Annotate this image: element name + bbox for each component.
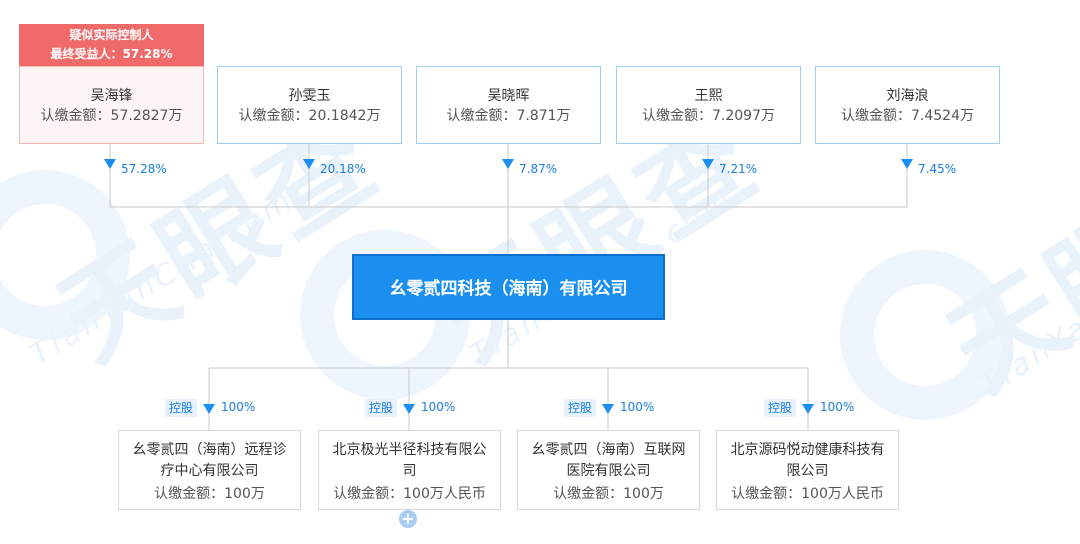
shareholding-percent: 7.87% — [519, 162, 558, 176]
shareholding-percent: 7.21% — [719, 162, 758, 176]
company-node[interactable]: 幺零贰四科技（海南）有限公司 — [352, 254, 665, 320]
subsidiary-box[interactable]: 北京源码悦动健康科技有限公司 认缴金额：100万人民币 — [716, 430, 899, 510]
shareholder-name: 王熙 — [694, 88, 723, 104]
shareholding-percent: 57.28% — [121, 162, 167, 176]
holding-percent: 100% — [820, 400, 855, 414]
shareholder-amount: 认缴金额：7.4524万 — [841, 108, 974, 124]
shareholder-box[interactable]: 吴海锋 认缴金额：57.2827万 — [19, 66, 204, 144]
shareholder-name: 吴晓晖 — [487, 88, 530, 104]
subsidiary-name: 北京极光半径科技有限公司 — [332, 442, 487, 479]
subsidiary-amount: 认缴金额：100万人民币 — [731, 486, 884, 502]
holding-percent: 100% — [221, 400, 256, 414]
arrow-down-icon — [303, 159, 315, 169]
subsidiary-name: 北京源码悦动健康科技有限公司 — [730, 442, 885, 479]
shareholder-amount: 认缴金额：20.1842万 — [238, 108, 381, 124]
subsidiary-box[interactable]: 北京极光半径科技有限公司 认缴金额：100万人民币 — [318, 430, 501, 510]
shareholder-name: 吴海锋 — [90, 88, 133, 104]
controller-tag-beneficiary: 最终受益人：57.28% — [50, 47, 173, 61]
subsidiary-box[interactable]: 幺零贰四（海南）远程诊疗中心有限公司 认缴金额：100万 — [118, 430, 301, 510]
subsidiary-amount: 认缴金额：100万 — [553, 486, 664, 502]
control-label: 控股 — [365, 399, 398, 417]
subsidiary-name: 幺零贰四（海南）远程诊疗中心有限公司 — [132, 442, 287, 479]
shareholder-box[interactable]: 孙雯玉 认缴金额：20.1842万 — [217, 66, 402, 144]
arrow-down-icon — [602, 404, 614, 414]
control-label: 控股 — [764, 399, 797, 417]
subsidiary-amount: 认缴金额：100万人民币 — [333, 486, 486, 502]
holding-percent: 100% — [620, 400, 655, 414]
shareholder-amount: 认缴金额：7.2097万 — [642, 108, 775, 124]
shareholding-percent: 20.18% — [320, 162, 366, 176]
subsidiary-box[interactable]: 幺零贰四（海南）互联网医院有限公司 认缴金额：100万 — [517, 430, 700, 510]
subsidiary-amount: 认缴金额：100万 — [154, 486, 265, 502]
shareholder-box[interactable]: 王熙 认缴金额：7.2097万 — [616, 66, 801, 144]
control-label: 控股 — [564, 399, 597, 417]
arrow-down-icon — [901, 159, 913, 169]
controller-tag-title: 疑似实际控制人 — [69, 28, 154, 42]
arrow-down-icon — [502, 159, 514, 169]
shareholder-amount: 认缴金额：7.871万 — [446, 108, 571, 124]
holding-percent: 100% — [421, 400, 456, 414]
shareholder-amount: 认缴金额：57.2827万 — [40, 108, 183, 124]
controller-tag: 疑似实际控制人 最终受益人：57.28% — [19, 24, 204, 66]
expand-plus-icon[interactable]: + — [399, 510, 417, 528]
shareholder-box[interactable]: 刘海浪 认缴金额：7.4524万 — [815, 66, 1000, 144]
shareholder-box[interactable]: 吴晓晖 认缴金额：7.871万 — [416, 66, 601, 144]
shareholder-name: 刘海浪 — [886, 88, 929, 104]
arrow-down-icon — [203, 404, 215, 414]
arrow-down-icon — [702, 159, 714, 169]
arrow-down-icon — [403, 404, 415, 414]
subsidiary-name: 幺零贰四（海南）互联网医院有限公司 — [531, 442, 686, 479]
control-label: 控股 — [165, 399, 198, 417]
shareholding-percent: 7.45% — [918, 162, 957, 176]
arrow-down-icon — [104, 159, 116, 169]
arrow-down-icon — [802, 404, 814, 414]
shareholder-name: 孙雯玉 — [288, 88, 331, 104]
